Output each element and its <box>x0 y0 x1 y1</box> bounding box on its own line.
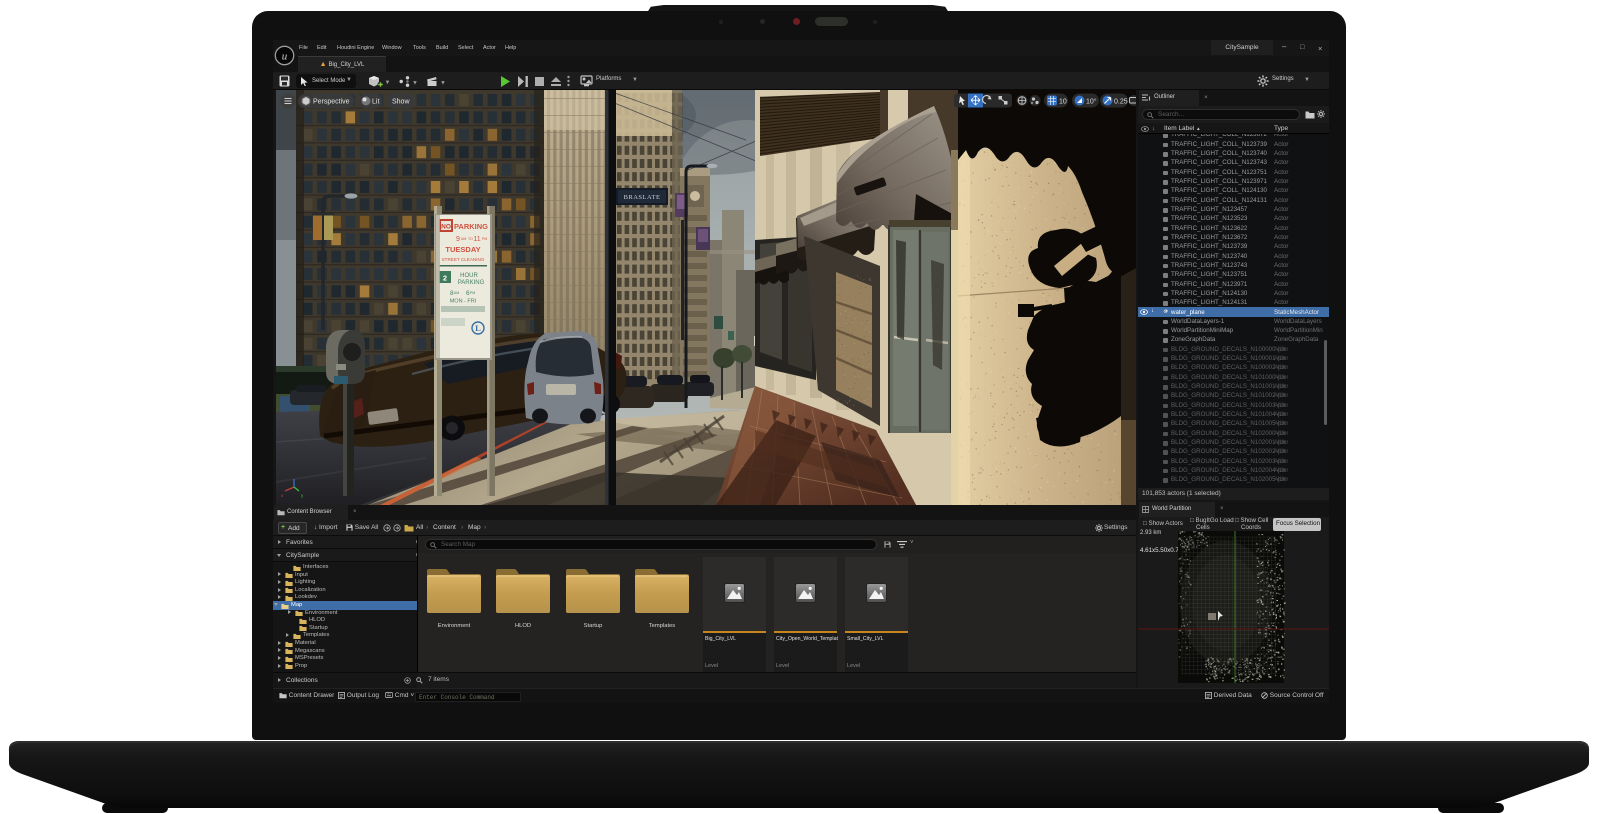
svg-text:TO: TO <box>468 237 473 241</box>
svg-text:AM: AM <box>461 237 466 241</box>
svg-text:Perspective: Perspective <box>313 99 350 106</box>
svg-text:HOUR: HOUR <box>460 273 478 279</box>
svg-text:AM: AM <box>454 291 459 295</box>
svg-text:PARKING: PARKING <box>454 222 488 231</box>
svg-text:STREET CLEANING: STREET CLEANING <box>442 257 485 262</box>
svg-text:MON - FRI: MON - FRI <box>450 299 477 305</box>
svg-text:u: u <box>282 51 288 63</box>
svg-text:PARKING: PARKING <box>458 280 485 286</box>
svg-text:Lit: Lit <box>372 99 379 106</box>
svg-text:▼: ▼ <box>440 81 446 87</box>
svg-text:NO: NO <box>441 224 451 231</box>
svg-text:▼: ▼ <box>385 80 391 86</box>
svg-text:10: 10 <box>1059 99 1067 106</box>
svg-text:2: 2 <box>443 274 447 283</box>
svg-text:BRASLATE: BRASLATE <box>624 194 661 201</box>
svg-text:9: 9 <box>456 236 460 243</box>
svg-text:▼: ▼ <box>412 81 418 87</box>
svg-text:PM: PM <box>482 237 487 241</box>
svg-text:TUESDAY: TUESDAY <box>445 245 480 254</box>
svg-text:11: 11 <box>473 236 480 243</box>
svg-text:0.25: 0.25 <box>1114 99 1128 106</box>
svg-text:10°: 10° <box>1086 98 1097 106</box>
svg-text:L: L <box>475 323 481 333</box>
svg-text:Show: Show <box>392 99 410 106</box>
svg-text:PM: PM <box>470 291 475 295</box>
